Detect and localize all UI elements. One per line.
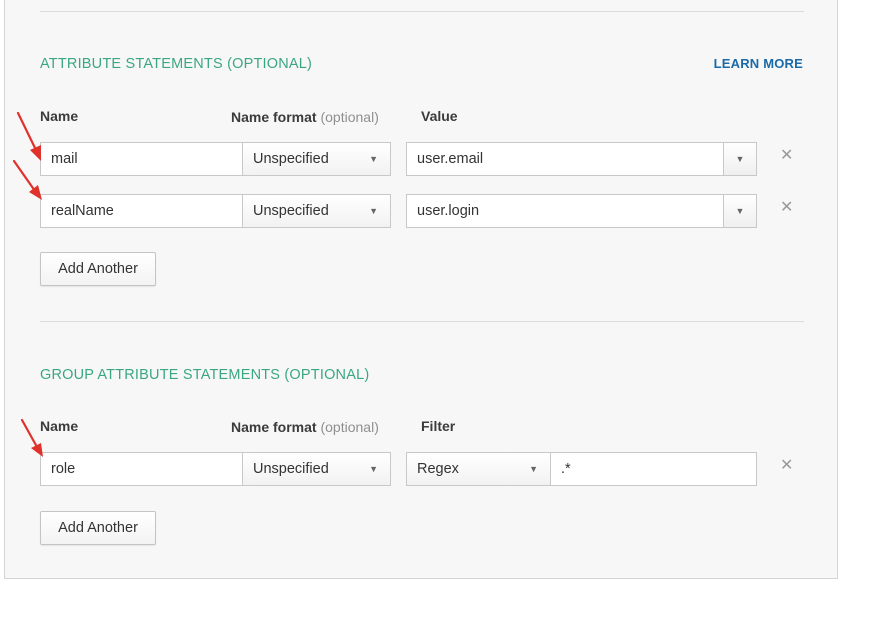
learn-more-link[interactable]: LEARN MORE — [714, 56, 803, 71]
group-filter-value-input[interactable]: .* — [550, 452, 757, 486]
chevron-down-icon: ▼ — [369, 206, 378, 216]
chevron-down-icon: ▼ — [529, 464, 538, 474]
attribute-name-format-value: Unspecified — [253, 203, 329, 219]
attribute-name-input[interactable]: mail — [40, 142, 243, 176]
red-arrow-annotation — [16, 111, 41, 161]
close-icon[interactable]: ✕ — [780, 458, 793, 474]
attribute-value-combobox[interactable]: user.email ▼ — [406, 142, 757, 176]
col-label-optional: (optional) — [320, 109, 379, 125]
col-label-name-format: Name format (optional) — [231, 109, 379, 125]
attribute-statements-title: ATTRIBUTE STATEMENTS (OPTIONAL) — [40, 56, 313, 72]
add-another-group-attribute-button[interactable]: Add Another — [40, 511, 156, 545]
group-col-label-filter: Filter — [421, 418, 456, 434]
close-icon[interactable]: ✕ — [780, 148, 793, 164]
attribute-name-format-value: Unspecified — [253, 151, 329, 167]
col-label-name-format-text: Name format — [231, 109, 317, 125]
add-another-attribute-button[interactable]: Add Another — [40, 252, 156, 286]
chevron-down-icon: ▼ — [369, 154, 378, 164]
red-arrow-annotation — [20, 418, 43, 457]
attribute-name-format-select[interactable]: Unspecified ▼ — [242, 142, 391, 176]
chevron-down-icon[interactable]: ▼ — [723, 194, 757, 228]
attribute-name-input[interactable]: realName — [40, 194, 243, 228]
col-label-value: Value — [421, 108, 458, 124]
group-attribute-name-format-value: Unspecified — [253, 461, 329, 477]
close-icon[interactable]: ✕ — [780, 200, 793, 216]
group-col-label-optional: (optional) — [320, 419, 379, 435]
group-attribute-name-format-select[interactable]: Unspecified ▼ — [242, 452, 391, 486]
group-filter-type-select[interactable]: Regex ▼ — [406, 452, 551, 486]
attribute-value-text: user.email — [417, 151, 484, 167]
group-attribute-statements-title: GROUP ATTRIBUTE STATEMENTS (OPTIONAL) — [40, 367, 370, 383]
group-col-label-name-format: Name format (optional) — [231, 419, 379, 435]
group-filter-type-value: Regex — [417, 461, 459, 477]
divider-top — [40, 11, 804, 12]
attribute-name-format-select[interactable]: Unspecified ▼ — [242, 194, 391, 228]
group-attribute-name-input[interactable]: role — [40, 452, 243, 486]
divider-middle — [40, 321, 804, 322]
attribute-value-text: user.login — [417, 203, 480, 219]
group-col-label-name-format-text: Name format — [231, 419, 317, 435]
settings-panel — [4, 0, 838, 579]
chevron-down-icon: ▼ — [369, 464, 378, 474]
red-arrow-annotation — [12, 159, 42, 200]
attribute-value-combobox[interactable]: user.login ▼ — [406, 194, 757, 228]
chevron-down-icon[interactable]: ▼ — [723, 142, 757, 176]
